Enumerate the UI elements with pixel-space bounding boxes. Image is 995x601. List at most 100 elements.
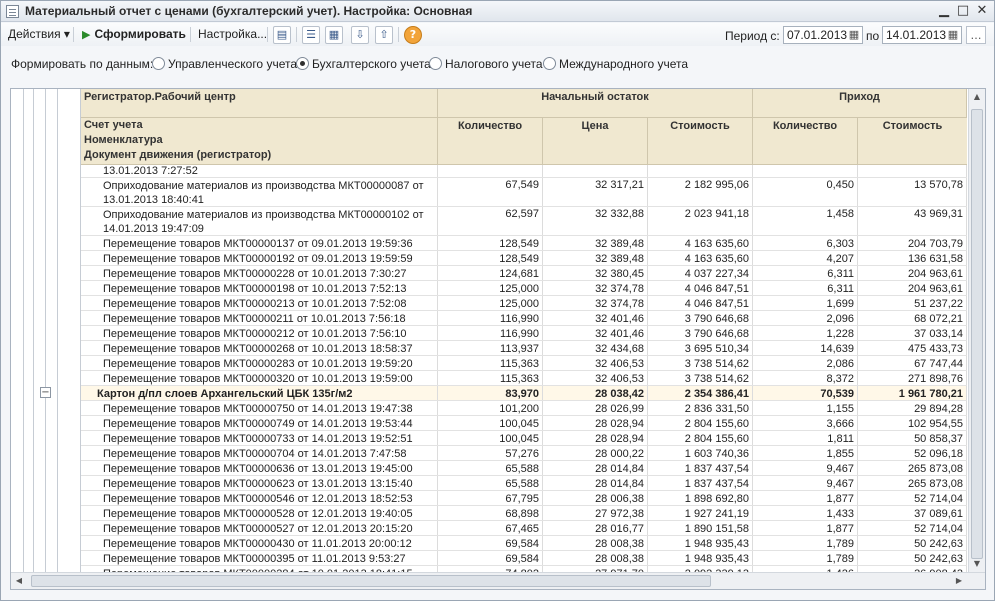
group-row[interactable]: Картон д/пл слоев Архангельский ЦБК 135г… [81,386,967,401]
table-row[interactable]: Оприходование материалов из производства… [81,207,967,236]
radio-accounting-label[interactable]: Бухгалтерского учета [312,57,431,71]
cell-name: 13.01.2013 7:27:52 [81,165,438,177]
vertical-scrollbar[interactable]: ▲ ▼ [968,89,985,572]
cell-qty: 113,937 [438,341,543,355]
generate-button[interactable]: ▶ Сформировать [79,26,189,43]
header-quantity: Количество [438,118,543,165]
table-row[interactable]: Перемещение товаров МКТ00000137 от 09.01… [81,236,967,251]
table-row[interactable]: Перемещение товаров МКТ00000733 от 14.01… [81,431,967,446]
scroll-right-icon[interactable]: ▶ [951,573,967,589]
cell-price: 28 008,38 [543,551,648,565]
cell-in-qty: 14,639 [753,341,858,355]
tree-icon[interactable]: ☰ [302,26,320,44]
table-row[interactable]: Перемещение товаров МКТ00000636 от 13.01… [81,461,967,476]
cell-in-cost [858,165,967,177]
cell-name: Перемещение товаров МКТ00000320 от 10.01… [81,371,438,385]
table-icon[interactable]: ▦ [325,26,343,44]
cell-qty: 83,970 [438,386,543,400]
table-row[interactable]: Перемещение товаров МКТ00000268 от 10.01… [81,341,967,356]
cell-price: 28 014,84 [543,476,648,490]
radio-accounting[interactable] [296,57,309,70]
table-row[interactable]: Перемещение товаров МКТ00000212 от 10.01… [81,326,967,341]
cell-in-qty: 1,228 [753,326,858,340]
horizontal-scrollbar[interactable]: ◀ ▶ [11,572,985,589]
close-button[interactable]: ✕ [974,3,990,19]
cell-in-qty [753,165,858,177]
actions-menu[interactable]: Действия ▾ [5,26,73,43]
radio-international-label[interactable]: Международного учета [559,57,688,71]
export-icon[interactable]: ⇩ [351,26,369,44]
table-row[interactable]: Перемещение товаров МКТ00000192 от 09.01… [81,251,967,266]
cell-qty [438,165,543,177]
table-row[interactable]: Перемещение товаров МКТ00000623 от 13.01… [81,476,967,491]
table-row[interactable]: Перемещение товаров МКТ00000228 от 10.01… [81,266,967,281]
horizontal-scroll-thumb[interactable] [31,575,711,587]
radio-management[interactable] [152,57,165,70]
vertical-scroll-thumb[interactable] [971,109,983,559]
calendar-icon[interactable]: ▦ [847,26,861,44]
table-row[interactable]: Перемещение товаров МКТ00000395 от 11.01… [81,551,967,566]
table-row[interactable]: 13.01.2013 7:27:52 [81,165,967,178]
radio-management-label[interactable]: Управленческого учета [168,57,297,71]
cell-name: Картон д/пл слоев Архангельский ЦБК 135г… [81,386,438,400]
maximize-button[interactable]: □ [955,3,971,19]
import-icon[interactable]: ⇧ [375,26,393,44]
header-document: Документ движения (регистратор) [81,148,438,165]
radio-tax-label[interactable]: Налогового учета [445,57,543,71]
table-row[interactable]: Перемещение товаров МКТ00000283 от 10.01… [81,356,967,371]
calendar-icon[interactable]: ▦ [946,26,960,44]
table-row[interactable]: Перемещение товаров МКТ00000211 от 10.01… [81,311,967,326]
radio-international[interactable] [543,57,556,70]
cell-in-qty: 6,311 [753,266,858,280]
report-grid[interactable]: − Регистратор.Рабочий центр Начальный ос… [10,88,986,590]
cell-in-cost: 1 961 780,21 [858,386,967,400]
scroll-up-icon[interactable]: ▲ [969,89,985,105]
table-row[interactable]: Перемещение товаров МКТ00000527 от 12.01… [81,521,967,536]
table-row[interactable]: Перемещение товаров МКТ00000750 от 14.01… [81,401,967,416]
toolbar-separator [73,27,74,42]
cell-qty: 124,681 [438,266,543,280]
cell-in-cost: 50 242,63 [858,536,967,550]
cell-name: Перемещение товаров МКТ00000430 от 11.01… [81,536,438,550]
collapse-group-icon[interactable]: − [40,387,51,398]
header-account: Счет учета [81,118,438,133]
radio-tax[interactable] [429,57,442,70]
cell-in-qty: 1,855 [753,446,858,460]
table-row[interactable]: Перемещение товаров МКТ00000528 от 12.01… [81,506,967,521]
table-row[interactable]: Перемещение товаров МКТ00000704 от 14.01… [81,446,967,461]
table-row[interactable]: Оприходование материалов из производства… [81,178,967,207]
toolbar: Действия ▾ ▶ Сформировать Настройка... ▤ … [1,23,994,46]
cell-name: Перемещение товаров МКТ00000749 от 14.01… [81,416,438,430]
cell-in-qty: 3,666 [753,416,858,430]
cell-name: Оприходование материалов из производства… [81,207,438,235]
settings-button[interactable]: Настройка... [195,26,270,43]
minimize-button[interactable]: ▁ [936,3,952,19]
table-header: Регистратор.Рабочий центр Начальный оста… [81,89,967,165]
table-row[interactable]: Перемещение товаров МКТ00000213 от 10.01… [81,296,967,311]
cell-name: Оприходование материалов из производства… [81,178,438,206]
cell-cost: 3 790 646,68 [648,326,753,340]
period-select-button[interactable]: … [966,26,986,44]
cell-in-qty: 1,877 [753,521,858,535]
cell-cost: 1 837 437,54 [648,461,753,475]
cell-price: 28 038,42 [543,386,648,400]
report-icon[interactable]: ▤ [273,26,291,44]
scroll-left-icon[interactable]: ◀ [11,573,27,589]
cell-qty: 125,000 [438,296,543,310]
cell-in-cost: 52 714,04 [858,521,967,535]
cell-in-cost: 37 033,14 [858,326,967,340]
cell-cost: 1 948 935,43 [648,551,753,565]
help-icon[interactable]: ? [404,26,422,44]
table-row[interactable]: Перемещение товаров МКТ00000430 от 11.01… [81,536,967,551]
cell-qty: 128,549 [438,236,543,250]
table-row[interactable]: Перемещение товаров МКТ00000320 от 10.01… [81,371,967,386]
scroll-down-icon[interactable]: ▼ [969,556,985,572]
header-cost: Стоимость [648,118,753,165]
table-row[interactable]: Перемещение товаров МКТ00000749 от 14.01… [81,416,967,431]
cell-cost: 4 037 227,34 [648,266,753,280]
table-row[interactable]: Перемещение товаров МКТ00000198 от 10.01… [81,281,967,296]
cell-cost: 2 354 386,41 [648,386,753,400]
table-row[interactable]: Перемещение товаров МКТ00000546 от 12.01… [81,491,967,506]
cell-in-cost: 51 237,22 [858,296,967,310]
cell-name: Перемещение товаров МКТ00000228 от 10.01… [81,266,438,280]
